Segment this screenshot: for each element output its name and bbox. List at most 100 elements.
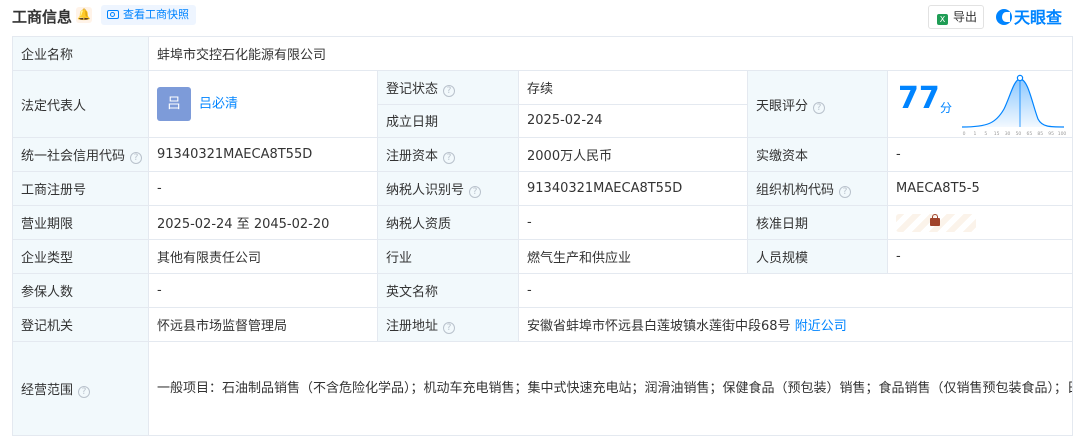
excel-icon: X xyxy=(937,14,948,25)
help-icon[interactable]: ? xyxy=(130,152,143,164)
insured-value: - xyxy=(148,273,378,308)
score-tick-label: 0 xyxy=(963,131,966,137)
score-label-cell: 天眼评分? xyxy=(747,70,888,138)
taxpayer-id-label-cell: 纳税人识别号? xyxy=(377,171,519,206)
reg-capital-value: 2000万人民币 xyxy=(518,137,748,172)
score-tick-labels: 0 1 5 15 30 50 65 85 95 100 xyxy=(963,131,1067,137)
score-cell[interactable]: 77 分 0 1 5 15 30 50 65 85 95 100 xyxy=(887,70,1073,138)
score-tick-label: 15 xyxy=(994,131,1000,137)
reg-address-cell: 安徽省蚌埠市怀远县白莲坡镇水莲街中段68号 附近公司 xyxy=(518,307,1073,342)
reg-status-label-cell: 登记状态? xyxy=(377,70,519,105)
reg-capital-label: 注册资本 xyxy=(386,149,439,164)
score-distribution-chart: 0 1 5 15 30 50 65 85 95 100 xyxy=(961,74,1067,137)
score-tick-label: 5 xyxy=(984,131,987,137)
bell-icon[interactable]: 🔔 xyxy=(76,7,92,23)
approval-date-label: 核准日期 xyxy=(747,205,888,240)
reg-authority-label: 登记机关 xyxy=(12,307,149,342)
section-title: 工商信息 xyxy=(12,8,73,26)
help-icon[interactable]: ? xyxy=(443,84,456,97)
industry-value: 燃气生产和供应业 xyxy=(518,239,748,274)
org-code-label: 组织机构代码 xyxy=(756,183,835,198)
reg-address-label-cell: 注册地址? xyxy=(377,307,519,342)
help-icon[interactable]: ? xyxy=(443,322,456,334)
insured-label: 参保人数 xyxy=(12,273,149,308)
staff-size-label: 人员规模 xyxy=(747,239,888,274)
lock-icon xyxy=(930,213,940,226)
legal-rep-cell: 吕吕必清 xyxy=(148,70,378,138)
section-header: 工商信息 🔔 查看工商快照 X 导出 天眼查 xyxy=(0,0,1080,34)
table-row: 登记机关 怀远县市场监督管理局 注册地址? 安徽省蚌埠市怀远县白莲坡镇水莲街中段… xyxy=(12,307,1073,342)
brand-logo: 天眼查 xyxy=(996,4,1062,28)
taxpayer-id-label: 纳税人识别号 xyxy=(386,183,465,198)
score-marker-dot xyxy=(1016,74,1024,82)
biz-reg-no-value: - xyxy=(148,171,378,206)
business-info-table: 企业名称 蚌埠市交控石化能源有限公司 法定代表人 吕吕必清 登记状态? 存续 天… xyxy=(12,36,1073,436)
taxpayer-qual-value: - xyxy=(518,205,748,240)
legal-rep-link[interactable]: 吕必清 xyxy=(199,97,238,112)
scope-label-cell: 经营范围? xyxy=(12,341,149,436)
industry-label: 行业 xyxy=(377,239,519,274)
approval-date-cell[interactable] xyxy=(887,205,1073,240)
english-name-value: - xyxy=(518,273,1073,308)
help-icon[interactable]: ? xyxy=(78,386,91,398)
tianyancha-logo-icon xyxy=(996,9,1012,25)
paid-capital-label: 实缴资本 xyxy=(747,137,888,172)
reg-authority-value: 怀远县市场监督管理局 xyxy=(148,307,378,342)
table-row: 统一社会信用代码? 91340321MAECA8T55D 注册资本? 2000万… xyxy=(12,137,1073,172)
company-name-label: 企业名称 xyxy=(12,36,149,71)
view-snapshot-label: 查看工商快照 xyxy=(123,8,189,21)
locked-value[interactable] xyxy=(896,213,976,232)
org-code-value: MAECA8T5-5 xyxy=(887,171,1073,206)
reg-address-value: 安徽省蚌埠市怀远县白莲坡镇水莲街中段68号 xyxy=(527,319,791,334)
table-row: 法定代表人 吕吕必清 登记状态? 存续 天眼评分? 77 分 0 1 5 15 … xyxy=(12,70,1073,138)
camera-icon xyxy=(107,10,119,19)
est-date-value: 2025-02-24 xyxy=(518,103,748,138)
taxpayer-id-value: 91340321MAECA8T55D xyxy=(518,171,748,206)
paid-capital-value: - xyxy=(887,137,1073,172)
score-tick-label: 50 xyxy=(1016,131,1022,137)
nearby-companies-link[interactable]: 附近公司 xyxy=(795,319,847,334)
table-row: 营业期限 2025-02-24 至 2045-02-20 纳税人资质 - 核准日… xyxy=(12,205,1073,240)
org-code-label-cell: 组织机构代码? xyxy=(747,171,888,206)
credit-code-label-cell: 统一社会信用代码? xyxy=(12,137,149,172)
credit-code-value: 91340321MAECA8T55D xyxy=(148,137,378,172)
table-row: 工商注册号 - 纳税人识别号? 91340321MAECA8T55D 组织机构代… xyxy=(12,171,1073,206)
reg-address-label: 注册地址 xyxy=(386,319,439,334)
export-button[interactable]: X 导出 xyxy=(928,5,984,29)
export-label: 导出 xyxy=(953,10,978,24)
score-widget[interactable]: 77 分 0 1 5 15 30 50 65 85 95 100 xyxy=(896,72,1066,137)
credit-code-label: 统一社会信用代码 xyxy=(21,149,126,164)
term-label: 营业期限 xyxy=(12,205,149,240)
table-row: 参保人数 - 英文名称 - xyxy=(12,273,1073,308)
scope-label: 经营范围 xyxy=(21,383,74,398)
help-icon[interactable]: ? xyxy=(469,186,482,198)
company-name-value: 蚌埠市交控石化能源有限公司 xyxy=(148,36,1073,71)
staff-size-value: - xyxy=(887,239,1073,274)
reg-capital-label-cell: 注册资本? xyxy=(377,137,519,172)
english-name-label: 英文名称 xyxy=(377,273,519,308)
view-snapshot-button[interactable]: 查看工商快照 xyxy=(101,5,196,25)
score-tick-label: 30 xyxy=(1005,131,1011,137)
avatar[interactable]: 吕 xyxy=(157,87,191,121)
table-row: 企业名称 蚌埠市交控石化能源有限公司 xyxy=(12,36,1073,71)
table-row: 经营范围? 一般项目：石油制品销售（不含危险化学品）；机动车充电销售；集中式快速… xyxy=(12,341,1073,436)
help-icon[interactable]: ? xyxy=(839,186,852,198)
help-icon[interactable]: ? xyxy=(443,152,456,164)
est-date-label: 成立日期 xyxy=(377,103,519,138)
score-tick-label: 85 xyxy=(1037,131,1043,137)
score-tick-label: 1 xyxy=(973,131,976,137)
reg-status-value: 存续 xyxy=(518,70,748,105)
company-type-label: 企业类型 xyxy=(12,239,149,274)
brand-name: 天眼查 xyxy=(1014,8,1063,27)
score-label: 天眼评分 xyxy=(756,98,809,114)
reg-status-label: 登记状态 xyxy=(386,81,439,97)
company-type-value: 其他有限责任公司 xyxy=(148,239,378,274)
score-tick-label: 100 xyxy=(1058,131,1067,137)
term-value: 2025-02-24 至 2045-02-20 xyxy=(148,205,378,240)
score-value: 77 xyxy=(898,81,940,116)
score-tick-label: 95 xyxy=(1048,131,1054,137)
help-icon[interactable]: ? xyxy=(813,101,826,114)
taxpayer-qual-label: 纳税人资质 xyxy=(377,205,519,240)
scope-value: 一般项目：石油制品销售（不含危险化学品）；机动车充电销售；集中式快速充电站；润滑… xyxy=(148,341,1073,436)
biz-reg-no-label: 工商注册号 xyxy=(12,171,149,206)
